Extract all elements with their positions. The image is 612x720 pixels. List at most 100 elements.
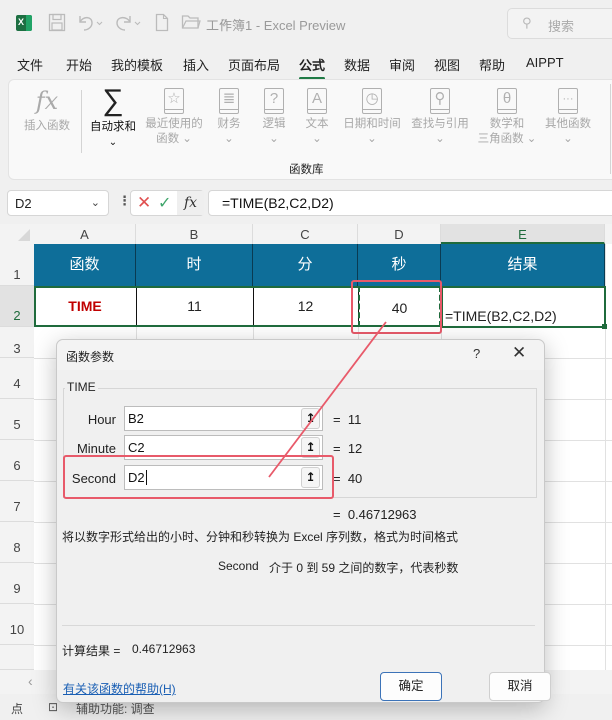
more-functions-button[interactable]: ··· 其他函数 ⌄ xyxy=(539,88,597,147)
formula-input[interactable]: =TIME(B2,C2,D2) xyxy=(208,190,612,216)
row-header-6[interactable]: 6 xyxy=(0,440,34,481)
formula-buttons: ✕ ✓ fx xyxy=(130,190,204,216)
row-header-5[interactable]: 5 xyxy=(0,399,34,440)
cell-e1[interactable]: 结果 xyxy=(441,244,605,286)
tab-page-layout[interactable]: 页面布局 xyxy=(228,55,280,74)
menu-bar: 文件 开始 我的模板 插入 页面布局 公式 数据 审阅 视图 帮助 AIPPT xyxy=(0,46,612,80)
tab-aippt[interactable]: AIPPT xyxy=(526,55,564,70)
autosum-button[interactable]: ∑ 自动求和 ⌄ xyxy=(85,84,141,150)
cell-e2-formula: =TIME(B2,C2,D2) xyxy=(445,308,557,324)
recent-functions-button[interactable]: ☆ 最近使用的 函数 ⌄ xyxy=(143,88,205,147)
star-book-icon: ☆ xyxy=(164,88,184,114)
hour-result: = 11 xyxy=(333,412,362,427)
search-box[interactable]: ⚲ 搜索 xyxy=(507,8,612,39)
close-icon[interactable]: ✕ xyxy=(512,343,526,363)
column-header-a[interactable]: A xyxy=(34,224,136,244)
collapse-dialog-icon[interactable]: ↥ xyxy=(301,408,320,429)
column-header-b[interactable]: B xyxy=(136,224,253,244)
cell-b2[interactable]: 11 xyxy=(136,286,253,327)
row-header-11[interactable] xyxy=(0,645,34,670)
dialog-title: 函数参数 xyxy=(66,350,115,364)
chevron-down-icon[interactable]: ⌄ xyxy=(91,196,100,209)
column-header-e[interactable]: E xyxy=(441,224,605,244)
function-library-group-label: 函数库 xyxy=(289,164,324,176)
date-time-button[interactable]: ◷ 日期和时间 ⌄ xyxy=(339,88,405,147)
tab-home[interactable]: 开始 xyxy=(66,55,92,74)
row-header-1[interactable]: 1 xyxy=(0,244,34,286)
minute-label: Minute xyxy=(76,441,116,456)
row-header-9[interactable]: 9 xyxy=(0,563,34,604)
cancel-button[interactable]: 取消 xyxy=(489,672,551,701)
logical-button[interactable]: ? 逻辑 ⌄ xyxy=(256,88,292,147)
chevron-down-icon: ⌄ xyxy=(367,133,377,145)
search-icon: ⚲ xyxy=(522,15,532,30)
clock-book-icon: ◷ xyxy=(362,88,382,114)
scroll-left-icon[interactable]: ‹ xyxy=(28,673,33,689)
math-trig-label2: 三角函数 ⌄ xyxy=(477,133,537,145)
autosum-label: 自动求和 xyxy=(90,121,136,133)
redo-icon[interactable] xyxy=(114,13,142,32)
minute-result: = 12 xyxy=(333,441,363,456)
tab-view[interactable]: 视图 xyxy=(434,55,460,74)
title-bar: X 工作簿1 - Excel Preview ⚲ 搜索 xyxy=(0,0,612,46)
tab-help[interactable]: 帮助 xyxy=(479,55,505,74)
insert-function-button[interactable]: fx 插入函数 xyxy=(19,86,75,134)
chevron-down-icon: ⌄ xyxy=(563,133,573,145)
enter-check-icon[interactable]: ✓ xyxy=(158,193,171,213)
cell-a2[interactable]: TIME xyxy=(34,286,136,327)
financial-label: 财务 xyxy=(217,118,241,130)
fill-handle[interactable] xyxy=(602,324,607,329)
calc-result-value: 0.46712963 xyxy=(132,642,196,656)
dialog-title-bar[interactable]: 函数参数 ? ✕ xyxy=(57,340,544,370)
row-header-2[interactable]: 2 xyxy=(0,286,34,327)
lookup-reference-button[interactable]: ⚲ 查找与引用 ⌄ xyxy=(407,88,473,147)
undo-icon[interactable] xyxy=(76,13,104,32)
math-trig-button[interactable]: θ 数学和 三角函数 ⌄ xyxy=(474,88,540,147)
help-icon[interactable]: ? xyxy=(473,346,480,361)
cell-b1[interactable]: 时 xyxy=(136,244,253,286)
annotation-box-second-arg xyxy=(63,455,334,499)
financial-button[interactable]: ≣ 财务 ⌄ xyxy=(211,88,247,147)
text-button[interactable]: A 文本 ⌄ xyxy=(299,88,335,147)
ok-button[interactable]: 确定 xyxy=(380,672,442,701)
tab-insert[interactable]: 插入 xyxy=(183,55,209,74)
formula-result-preview: = 0.46712963 xyxy=(333,507,417,522)
tab-file[interactable]: 文件 xyxy=(17,55,43,74)
text-book-icon: A xyxy=(307,88,327,114)
function-help-link[interactable]: 有关该函数的帮助(H) xyxy=(63,680,176,697)
cell-c1[interactable]: 分 xyxy=(253,244,358,286)
function-description: 将以数字形式给出的小时、分钟和秒转换为 Excel 序列数，格式为时间格式 xyxy=(62,530,459,544)
cell-c2[interactable]: 12 xyxy=(253,286,358,327)
open-folder-icon[interactable] xyxy=(181,14,201,30)
row-header-8[interactable]: 8 xyxy=(0,522,34,563)
insert-function-fx-icon[interactable]: fx xyxy=(177,191,204,215)
question-book-icon: ? xyxy=(264,88,284,114)
math-trig-label: 数学和 xyxy=(489,118,525,130)
accessibility-icon[interactable]: ⊡ xyxy=(48,700,58,714)
name-box[interactable]: D2 ⌄ xyxy=(7,190,109,216)
more-functions-label: 其他函数 xyxy=(545,118,591,130)
save-icon[interactable] xyxy=(48,13,66,32)
row-header-3[interactable]: 3 xyxy=(0,327,34,358)
row-header-10[interactable]: 10 xyxy=(0,604,34,645)
ellipsis-book-icon: ··· xyxy=(558,88,578,114)
tab-my-templates[interactable]: 我的模板 xyxy=(111,55,163,74)
hour-input[interactable]: B2 ↥ xyxy=(124,406,323,431)
tab-data[interactable]: 数据 xyxy=(344,55,370,74)
new-file-icon[interactable] xyxy=(155,13,169,32)
column-header-c[interactable]: C xyxy=(253,224,358,244)
text-label: 文本 xyxy=(305,118,329,130)
tab-formulas[interactable]: 公式 xyxy=(299,55,326,80)
select-all-corner[interactable] xyxy=(0,224,34,244)
column-header-f[interactable] xyxy=(605,224,612,244)
recent-functions-label2: 函数 ⌄ xyxy=(156,133,192,145)
ribbon-separator xyxy=(81,90,82,153)
excel-window: X 工作簿1 - Excel Preview ⚲ 搜索 文件 开始 我的模板 插… xyxy=(0,0,612,720)
column-header-d[interactable]: D xyxy=(358,224,441,244)
cell-a1[interactable]: 函数 xyxy=(34,244,136,286)
tab-review[interactable]: 审阅 xyxy=(389,55,415,74)
row-header-7[interactable]: 7 xyxy=(0,481,34,522)
formula-text: =TIME(B2,C2,D2) xyxy=(222,195,334,211)
row-header-4[interactable]: 4 xyxy=(0,358,34,399)
cancel-icon[interactable]: ✕ xyxy=(137,193,151,213)
